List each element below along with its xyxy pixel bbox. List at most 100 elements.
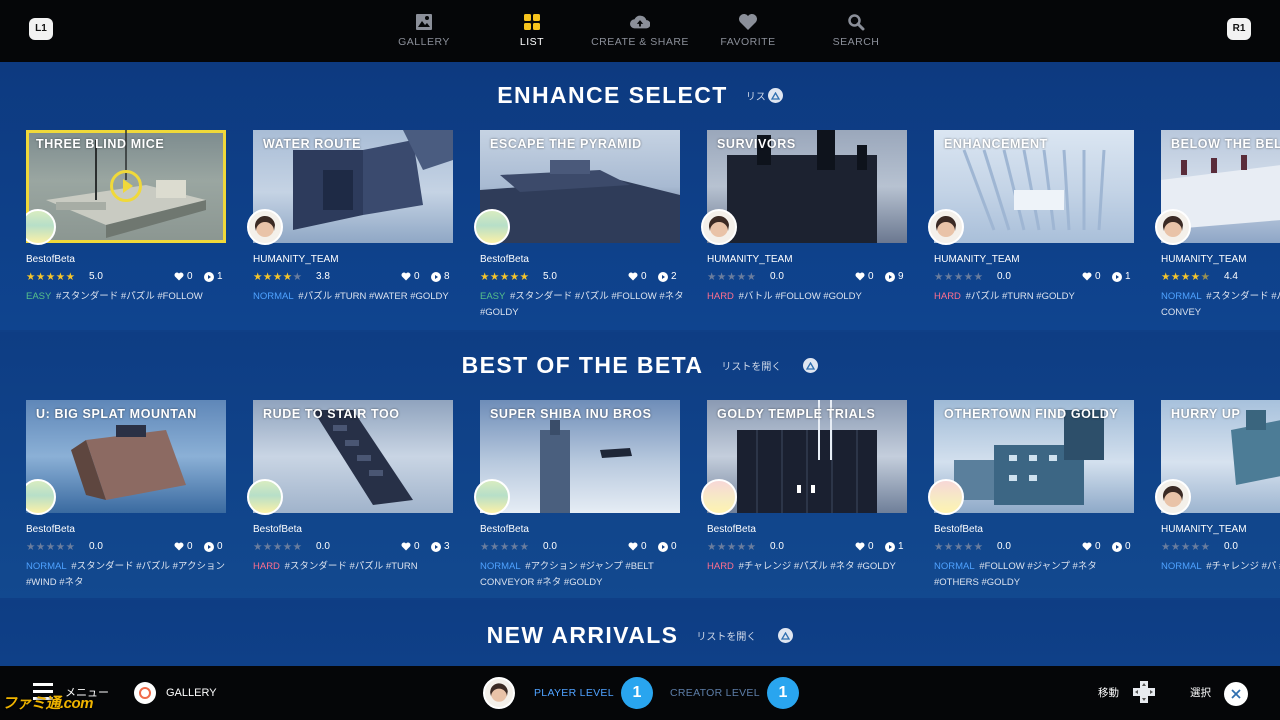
- level-card[interactable]: ESCAPE THE PYRAMID BestofBeta ★★★★★ 5.0 …: [474, 130, 684, 320]
- open-list-label[interactable]: リストを開く: [721, 358, 781, 373]
- plays: 1: [885, 541, 904, 552]
- likes-count: 0: [187, 271, 193, 282]
- tab-gallery[interactable]: GALLERY: [370, 0, 478, 62]
- heart-icon: [1082, 272, 1092, 281]
- tab-create-share[interactable]: CREATE & SHARE: [586, 0, 694, 62]
- plays-count: 9: [898, 271, 904, 282]
- heart-icon: [855, 542, 865, 551]
- level-stats: ★★★★★ 0.0 0 9: [707, 271, 907, 283]
- level-thumbnail[interactable]: ESCAPE THE PYRAMID: [480, 130, 680, 243]
- play-icon[interactable]: [110, 170, 142, 202]
- gallery-shortcut-button[interactable]: GALLERY: [134, 682, 217, 704]
- avatar: [247, 209, 283, 245]
- rating-value: 0.0: [1224, 541, 1238, 552]
- plays-count: 3: [444, 541, 450, 552]
- triangle-button-icon[interactable]: [803, 358, 819, 373]
- tab-search[interactable]: SEARCH: [802, 0, 910, 62]
- level-card[interactable]: SUPER SHIBA INU BROS BestofBeta ★★★★★ 0.…: [474, 400, 680, 590]
- likes: 0: [174, 271, 193, 282]
- level-thumbnail[interactable]: WATER ROUTE: [253, 130, 453, 243]
- l1-button[interactable]: L1: [29, 18, 53, 40]
- heart-icon: [174, 272, 184, 281]
- level-card[interactable]: BELOW THE BEL HUMANITY_TEAM ★★★★★ 4.4 NO…: [1155, 130, 1280, 320]
- cross-button-icon[interactable]: [1224, 682, 1248, 706]
- plays: 8: [431, 271, 450, 282]
- select-hint-label: 選択: [1190, 687, 1211, 699]
- open-list-label[interactable]: リストを開く: [696, 628, 756, 643]
- section-title: BEST OF THE BETA: [461, 352, 704, 378]
- rating-value: 0.0: [89, 541, 103, 552]
- bottom-bar: メニュー GALLERY PLAYER LEVEL 1 CREATOR LEVE…: [0, 666, 1280, 720]
- level-card[interactable]: WATER ROUTE HUMANITY_TEAM ★★★★★ 3.8 0 8 …: [247, 130, 453, 320]
- difficulty-badge: NORMAL: [480, 561, 521, 572]
- level-card[interactable]: RUDE TO STAIR TOO BestofBeta ★★★★★ 0.0 0…: [247, 400, 453, 590]
- creator-name: BestofBeta: [26, 524, 75, 535]
- level-title: BELOW THE BEL: [1171, 137, 1280, 151]
- avatar: [701, 479, 737, 515]
- avatar: [1155, 479, 1191, 515]
- play-count-icon: [658, 271, 668, 282]
- play-count-icon: [204, 271, 214, 282]
- play-count-icon: [204, 541, 214, 552]
- difficulty-badge: EASY: [26, 291, 52, 302]
- level-thumbnail[interactable]: ENHANCEMENT: [934, 130, 1134, 243]
- section-new-arrivals: NEW ARRIVALS リストを開く: [0, 600, 1280, 666]
- level-card[interactable]: ENHANCEMENT HUMANITY_TEAM ★★★★★ 0.0 0 1 …: [928, 130, 1134, 320]
- tag-list: HARD #チャレンジ #パズル #ネタ #GOLDY: [707, 559, 912, 575]
- plays-count: 1: [1125, 271, 1131, 282]
- level-thumbnail[interactable]: RUDE TO STAIR TOO: [253, 400, 453, 513]
- difficulty-badge: HARD: [934, 291, 961, 302]
- triangle-button-icon[interactable]: [767, 88, 783, 103]
- level-thumbnail[interactable]: GOLDY TEMPLE TRIALS: [707, 400, 907, 513]
- level-card[interactable]: U: BIG SPLAT MOUNTAN BestofBeta ★★★★★ 0.…: [26, 400, 226, 590]
- level-card[interactable]: OTHERTOWN FIND GOLDY BestofBeta ★★★★★ 0.…: [928, 400, 1134, 590]
- tag-list: NORMAL #パズル #TURN #WATER #GOLDY: [253, 289, 458, 305]
- plays-count: 0: [671, 541, 677, 552]
- likes: 0: [1082, 271, 1101, 282]
- star-rating-icon: ★★★★★: [26, 541, 76, 553]
- level-title: SUPER SHIBA INU BROS: [490, 407, 652, 421]
- level-card[interactable]: GOLDY TEMPLE TRIALS BestofBeta ★★★★★ 0.0…: [701, 400, 907, 590]
- likes-count: 0: [414, 271, 420, 282]
- tags: #チャレンジ #パズル #ネタ #GOLDY: [738, 561, 896, 572]
- level-title: ENHANCEMENT: [944, 137, 1048, 151]
- avatar: [474, 209, 510, 245]
- level-title: WATER ROUTE: [263, 137, 362, 151]
- r1-button[interactable]: R1: [1227, 18, 1251, 40]
- level-thumbnail[interactable]: SUPER SHIBA INU BROS: [480, 400, 680, 513]
- tags: #バトル #FOLLOW #GOLDY: [738, 291, 862, 302]
- level-card[interactable]: THREE BLIND MICE BestofBeta ★★★★★ 5.0 0 …: [26, 130, 226, 320]
- heart-icon: [174, 542, 184, 551]
- difficulty-badge: NORMAL: [1161, 561, 1202, 572]
- tag-list: NORMAL #アクション #ジャンプ #BELT CONVEYOR #ネタ #…: [480, 559, 685, 590]
- tab-list-label: LIST: [519, 36, 545, 48]
- tab-favorite[interactable]: FAVORITE: [694, 0, 802, 62]
- rating-value: 0.0: [997, 271, 1011, 282]
- level-card[interactable]: SURVIVORS HUMANITY_TEAM ★★★★★ 0.0 0 9 HA…: [701, 130, 907, 320]
- level-thumbnail[interactable]: SURVIVORS: [707, 130, 907, 243]
- section-best-of-the-beta: BEST OF THE BETA リストを開く U: BIG SPLAT MOU…: [0, 332, 1280, 598]
- level-stats: ★★★★★ 0.0: [1161, 541, 1280, 553]
- creator-name: HUMANITY_TEAM: [707, 254, 793, 265]
- level-thumbnail[interactable]: OTHERTOWN FIND GOLDY: [934, 400, 1134, 513]
- level-title: THREE BLIND MICE: [36, 137, 165, 151]
- tab-list[interactable]: LIST: [478, 0, 586, 69]
- circle-button-icon: [134, 682, 156, 704]
- level-thumbnail[interactable]: THREE BLIND MICE: [26, 130, 226, 243]
- creator-name: BestofBeta: [253, 524, 302, 535]
- creator-name: HUMANITY_TEAM: [1161, 524, 1247, 535]
- level-thumbnail[interactable]: U: BIG SPLAT MOUNTAN: [26, 400, 226, 513]
- play-count-icon: [431, 541, 441, 552]
- player-avatar[interactable]: [483, 677, 515, 709]
- grid-icon: [522, 12, 542, 32]
- difficulty-badge: NORMAL: [253, 291, 294, 302]
- triangle-button-icon[interactable]: [778, 628, 794, 643]
- level-stats: ★★★★★ 3.8 0 8: [253, 271, 453, 283]
- likes-count: 0: [641, 271, 647, 282]
- level-title: HURRY UP: [1171, 407, 1241, 421]
- plays: 1: [1112, 271, 1131, 282]
- section-title: NEW ARRIVALS: [486, 622, 679, 648]
- rating-value: 0.0: [543, 541, 557, 552]
- tag-list: NORMAL #スタンダード #パ ル #TURN #BELT CONVEY: [1161, 289, 1280, 320]
- level-card[interactable]: HURRY UP HUMANITY_TEAM ★★★★★ 0.0 NORMAL …: [1155, 400, 1280, 590]
